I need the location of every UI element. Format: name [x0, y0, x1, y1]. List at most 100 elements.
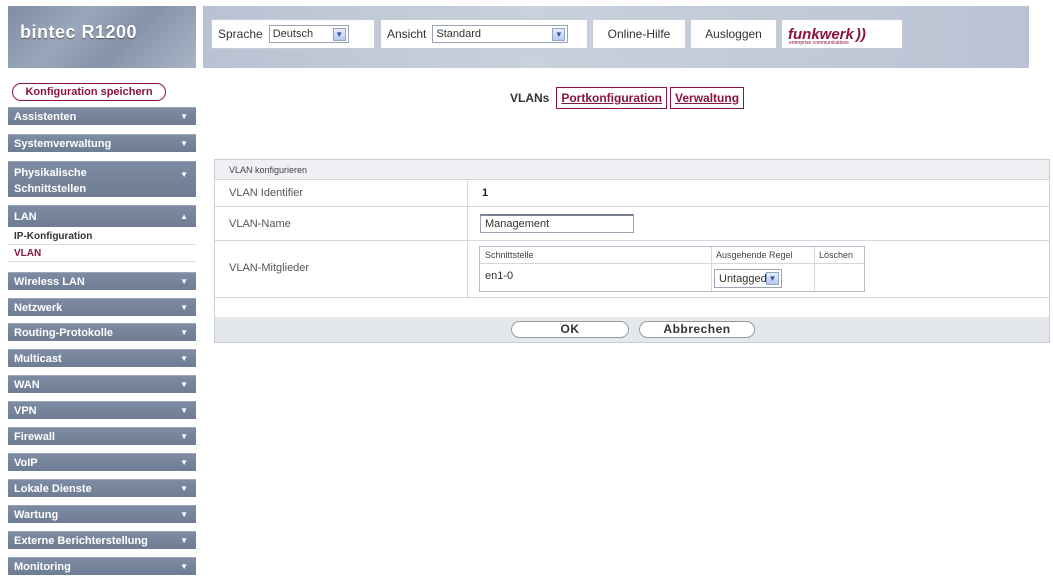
sidebar-item-label: Firewall: [14, 430, 55, 443]
row-vlan-identifier: VLAN Identifier 1: [215, 181, 1049, 207]
sidebar-item-assistenten[interactable]: Assistenten ▼: [8, 107, 196, 125]
sidebar-item-physikalische-schnittstellen[interactable]: Physikalische Schnittstellen ▼: [8, 161, 196, 197]
view-label: Ansicht: [387, 27, 427, 41]
vlan-members-label: VLAN-Mitglieder: [229, 262, 310, 274]
online-help-link[interactable]: Online-Hilfe: [592, 19, 686, 49]
triangle-down-icon: ▼: [180, 354, 188, 363]
sidebar-item-externe-berichterstellung[interactable]: Externe Berichterstellung ▼: [8, 531, 196, 549]
sidebar-item-label: Netzwerk: [14, 301, 63, 314]
chevron-down-icon: ▼: [552, 27, 566, 41]
column-divider: [467, 207, 468, 240]
row-vlan-name: VLAN-Name: [215, 207, 1049, 241]
triangle-down-icon: ▼: [180, 432, 188, 441]
triangle-down-icon: ▼: [180, 562, 188, 571]
online-help-label: Online-Hilfe: [607, 27, 671, 41]
triangle-up-icon: ▲: [180, 212, 188, 221]
vlan-identifier-value: 1: [482, 187, 489, 199]
triangle-down-icon: ▼: [180, 536, 188, 545]
sidebar-item-label-line2: Schnittstellen: [14, 183, 87, 195]
header-delete: Löschen: [819, 250, 854, 260]
outgoing-rule-value: Untagged: [719, 272, 767, 285]
cell-outgoing-rule: Untagged ▼: [711, 263, 814, 291]
sidebar-item-label-line1: Physikalische: [14, 167, 87, 179]
sidebar-item-systemverwaltung[interactable]: Systemverwaltung ▼: [8, 134, 196, 152]
sidebar-item-multicast[interactable]: Multicast ▼: [8, 349, 196, 367]
cell-delete[interactable]: [814, 263, 864, 291]
logout-link[interactable]: Ausloggen: [690, 19, 777, 49]
brand-title: bintec R1200: [20, 22, 138, 42]
vlan-identifier-label: VLAN Identifier: [229, 187, 303, 199]
sidebar-item-label: Lokale Dienste: [14, 482, 92, 495]
sidebar-item-label: Monitoring: [14, 560, 71, 573]
chevron-down-icon: ▼: [332, 27, 346, 41]
sidebar-item-wartung[interactable]: Wartung ▼: [8, 505, 196, 523]
save-configuration-button[interactable]: Konfiguration speichern: [12, 83, 166, 101]
vlan-config-form: VLAN konfigurieren VLAN Identifier 1 VLA…: [214, 159, 1050, 343]
sidebar-item-vpn[interactable]: VPN ▼: [8, 401, 196, 419]
column-divider: [467, 181, 468, 206]
view-control: Ansicht Standard ▼: [380, 19, 588, 49]
members-table: Schnittstelle Ausgehende Regel Löschen e…: [479, 246, 865, 292]
triangle-down-icon: ▼: [180, 170, 188, 179]
sidebar-subitem-ip-konfiguration[interactable]: IP-Konfiguration: [8, 228, 196, 245]
sidebar-item-lokale-dienste[interactable]: Lokale Dienste ▼: [8, 479, 196, 497]
cell-interface: en1-0: [480, 263, 711, 291]
view-value: Standard: [436, 28, 482, 40]
tab-verwaltung[interactable]: Verwaltung: [670, 87, 745, 109]
chevron-down-icon: ▼: [766, 272, 779, 285]
triangle-down-icon: ▼: [180, 139, 188, 148]
header: bintec R1200 Sprache Deutsch ▼ Ansicht S…: [0, 0, 1053, 72]
sidebar-item-firewall[interactable]: Firewall ▼: [8, 427, 196, 445]
triangle-down-icon: ▼: [180, 277, 188, 286]
outgoing-rule-select[interactable]: Untagged ▼: [714, 269, 782, 288]
triangle-down-icon: ▼: [180, 510, 188, 519]
sidebar-item-label: WAN: [14, 378, 40, 391]
language-label: Sprache: [218, 27, 263, 41]
brand-panel: bintec R1200: [8, 6, 196, 68]
triangle-down-icon: ▼: [180, 328, 188, 337]
sidebar-subitem-vlan[interactable]: VLAN: [8, 245, 196, 262]
tab-portkonfiguration[interactable]: Portkonfiguration: [556, 87, 668, 109]
language-value: Deutsch: [272, 28, 314, 40]
sidebar-item-label: VoIP: [14, 456, 38, 469]
sidebar-item-wan[interactable]: WAN ▼: [8, 375, 196, 393]
row-vlan-members: VLAN-Mitglieder Schnittstelle Ausgehende…: [215, 241, 1049, 298]
view-select[interactable]: Standard ▼: [432, 25, 569, 43]
sidebar-item-monitoring[interactable]: Monitoring ▼: [8, 557, 196, 575]
header-interface: Schnittstelle: [485, 250, 534, 260]
vlan-name-label: VLAN-Name: [229, 218, 291, 230]
tab-bar: VLANs Portkonfiguration Verwaltung: [506, 86, 747, 110]
cancel-button[interactable]: Abbrechen: [639, 321, 755, 338]
sidebar-item-label: Wireless LAN: [14, 275, 85, 288]
triangle-down-icon: ▼: [180, 458, 188, 467]
sidebar-item-label: VPN: [14, 404, 37, 417]
triangle-down-icon: ▼: [180, 112, 188, 121]
header-outgoing-rule: Ausgehende Regel: [716, 250, 793, 260]
triangle-down-icon: ▼: [180, 406, 188, 415]
sidebar-subitem-label: VLAN: [14, 247, 42, 259]
interface-value: en1-0: [485, 270, 514, 282]
language-select[interactable]: Deutsch ▼: [268, 25, 349, 43]
section-title: VLAN konfigurieren: [215, 160, 1049, 180]
sidebar: Konfiguration speichern Assistenten ▼ Sy…: [8, 77, 196, 587]
logout-label: Ausloggen: [705, 27, 762, 41]
vlan-name-input[interactable]: [480, 214, 634, 233]
ok-button[interactable]: OK: [511, 321, 629, 338]
sidebar-item-label: Externe Berichterstellung: [14, 534, 148, 547]
sidebar-item-voip[interactable]: VoIP ▼: [8, 453, 196, 471]
sidebar-item-label: Assistenten: [14, 110, 77, 123]
tab-vlans[interactable]: VLANs: [506, 88, 553, 108]
sidebar-item-wireless-lan[interactable]: Wireless LAN ▼: [8, 272, 196, 290]
sidebar-item-label: Routing-Protokolle: [14, 326, 113, 339]
sidebar-item-label: Systemverwaltung: [14, 137, 112, 150]
signal-icon: )): [855, 25, 866, 43]
sidebar-item-label: Multicast: [14, 352, 62, 365]
sidebar-item-routing-protokolle[interactable]: Routing-Protokolle ▼: [8, 323, 196, 341]
sidebar-subitem-label: IP-Konfiguration: [14, 230, 93, 242]
sidebar-item-lan[interactable]: LAN ▲: [8, 205, 196, 227]
column-divider: [467, 241, 468, 297]
sidebar-item-netzwerk[interactable]: Netzwerk ▼: [8, 298, 196, 316]
triangle-down-icon: ▼: [180, 303, 188, 312]
sidebar-item-label: LAN: [14, 210, 37, 223]
language-control: Sprache Deutsch ▼: [211, 19, 375, 49]
